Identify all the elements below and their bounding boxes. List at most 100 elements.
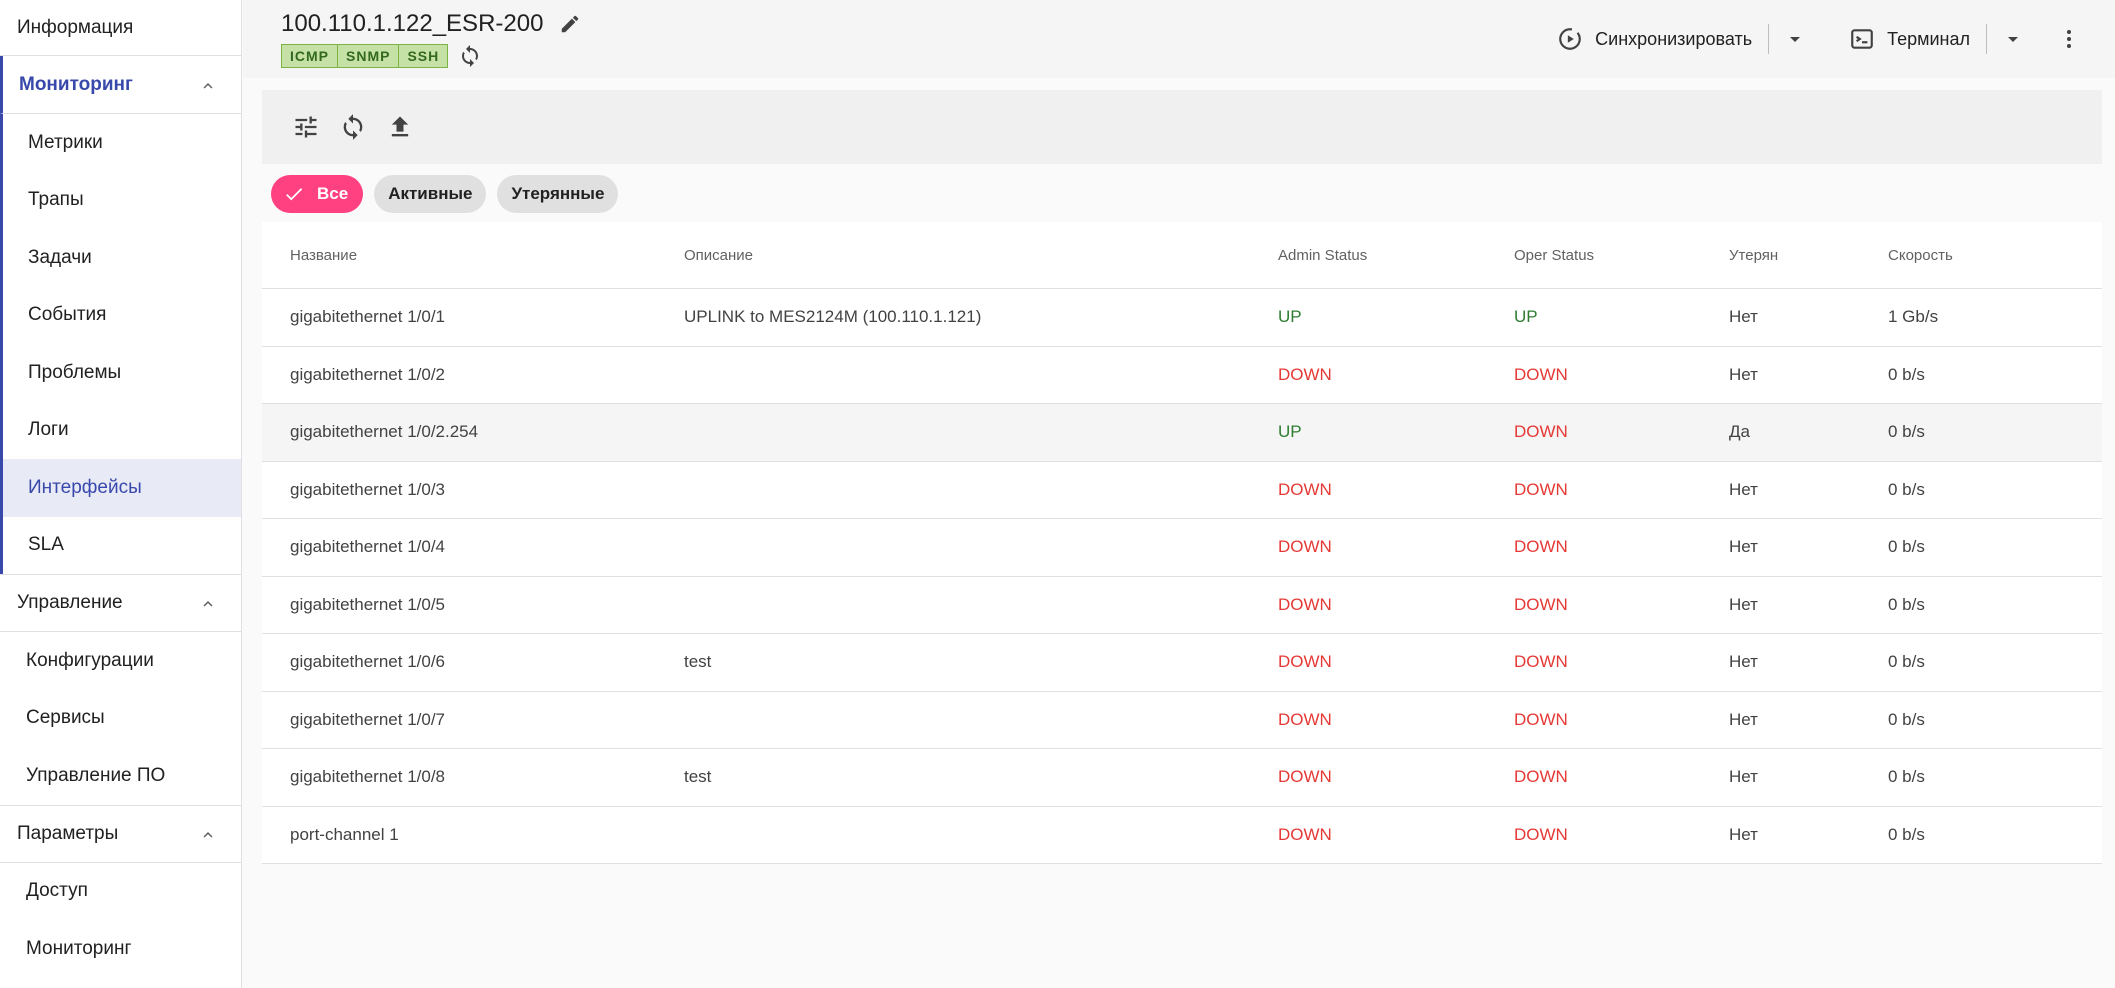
cell-lost: Да	[1729, 422, 1750, 442]
chip-lost[interactable]: Утерянные	[497, 175, 619, 213]
check-icon	[286, 188, 303, 201]
table-row[interactable]: gigabitethernet 1/0/6 test DOWN DOWN Нет…	[262, 634, 2102, 692]
cell-lost: Нет	[1729, 652, 1758, 672]
column-header-lost[interactable]: Утерян	[1729, 247, 1888, 264]
cell-admin-status: DOWN	[1278, 364, 1332, 384]
cell-admin-status: DOWN	[1278, 537, 1332, 557]
sidebar-item-traps[interactable]: Трапы	[3, 172, 241, 230]
table-row[interactable]: gigabitethernet 1/0/7 DOWN DOWN Нет 0 b/…	[262, 692, 2102, 749]
cell-oper-status: DOWN	[1514, 652, 1568, 672]
sidebar-item-label: События	[28, 304, 107, 326]
sidebar-item-label: Задачи	[28, 246, 92, 268]
chip-all[interactable]: Все	[271, 175, 364, 213]
sidebar-item-label: Конфигурации	[26, 649, 154, 671]
chip-active[interactable]: Активные	[374, 175, 487, 213]
sync-dropdown-icon[interactable]	[1783, 27, 1807, 51]
sidebar-item-label: Информация	[17, 16, 134, 38]
sidebar-group-items-parameters: Доступ Мониторинг	[0, 863, 241, 978]
sidebar-item-configurations[interactable]: Конфигурации	[0, 632, 241, 690]
column-header-admin-status[interactable]: Admin Status	[1278, 247, 1514, 264]
edit-icon[interactable]	[559, 13, 581, 35]
cell-name: gigabitethernet 1/0/5	[290, 594, 446, 614]
table-row[interactable]: gigabitethernet 1/0/3 DOWN DOWN Нет 0 b/…	[262, 462, 2102, 519]
cell-admin-status: UP	[1278, 422, 1302, 442]
cell-speed: 0 b/s	[1888, 652, 1925, 672]
cell-oper-status: DOWN	[1514, 594, 1568, 614]
sidebar-item-info[interactable]: Информация	[0, 0, 241, 56]
cell-lost: Нет	[1729, 594, 1758, 614]
column-header-speed[interactable]: Скорость	[1888, 247, 2102, 264]
cell-name: gigabitethernet 1/0/3	[290, 479, 446, 499]
badge-ssh: SSH	[399, 44, 449, 68]
cell-speed: 1 Gb/s	[1888, 307, 1939, 327]
terminal-button[interactable]: Терминал	[1849, 26, 1970, 52]
cell-oper-status: DOWN	[1514, 824, 1568, 844]
sidebar-item-label: Доступ	[26, 880, 88, 902]
cell-lost: Нет	[1729, 767, 1758, 787]
cell-oper-status: DOWN	[1514, 767, 1568, 787]
chevron-up-icon	[199, 77, 215, 93]
terminal-dropdown-icon[interactable]	[2001, 27, 2025, 51]
header-actions: Синхронизировать Терминал	[1557, 0, 2115, 78]
cell-oper-status: DOWN	[1514, 422, 1568, 442]
device-header: 100.110.1.122_ESR-200 ICMP SNMP SSH Синх…	[243, 0, 2115, 78]
upload-icon[interactable]	[386, 113, 414, 141]
sidebar-group-parameters[interactable]: Параметры	[0, 804, 241, 863]
cell-admin-status: DOWN	[1278, 767, 1332, 787]
sidebar-item-software[interactable]: Управление ПО	[0, 747, 241, 805]
sidebar-item-tasks[interactable]: Задачи	[3, 229, 241, 287]
column-header-name[interactable]: Название	[262, 247, 684, 264]
cell-description: test	[684, 652, 712, 672]
sidebar-group-monitoring[interactable]: Мониторинг	[0, 56, 241, 114]
sidebar-item-metrics[interactable]: Метрики	[3, 114, 241, 172]
table-row[interactable]: gigabitethernet 1/0/2.254 UP DOWN Да 0 b…	[262, 404, 2102, 462]
cell-oper-status: UP	[1514, 307, 1538, 327]
cell-oper-status: DOWN	[1514, 364, 1568, 384]
chip-label: Утерянные	[511, 184, 605, 203]
cell-admin-status: UP	[1278, 307, 1302, 327]
sidebar-group-items-management: Конфигурации Сервисы Управление ПО	[0, 632, 241, 805]
cell-name: gigabitethernet 1/0/6	[290, 652, 446, 672]
refresh-status-icon[interactable]	[458, 44, 482, 68]
cell-speed: 0 b/s	[1888, 824, 1925, 844]
table-row[interactable]: gigabitethernet 1/0/5 DOWN DOWN Нет 0 b/…	[262, 577, 2102, 634]
sidebar-item-label: Метрики	[28, 131, 103, 153]
sidebar-item-logs[interactable]: Логи	[3, 402, 241, 460]
sidebar-item-problems[interactable]: Проблемы	[3, 344, 241, 402]
sidebar-item-label: Трапы	[28, 189, 84, 211]
cell-name: gigabitethernet 1/0/2	[290, 364, 446, 384]
cell-name: gigabitethernet 1/0/2.254	[290, 422, 479, 442]
refresh-icon[interactable]	[339, 113, 367, 141]
cell-name: gigabitethernet 1/0/8	[290, 767, 446, 787]
sidebar-group-management[interactable]: Управление	[0, 574, 241, 632]
sidebar-item-label: SLA	[28, 534, 64, 556]
column-header-description[interactable]: Описание	[684, 247, 1278, 264]
table-row[interactable]: gigabitethernet 1/0/8 test DOWN DOWN Нет…	[262, 749, 2102, 807]
cell-name: port-channel 1	[290, 824, 399, 844]
sidebar-item-access[interactable]: Доступ	[0, 863, 241, 921]
badge-snmp: SNMP	[338, 44, 400, 68]
sidebar-item-label: Сервисы	[26, 707, 105, 729]
sidebar-item-events[interactable]: События	[3, 287, 241, 345]
sidebar-item-sla[interactable]: SLA	[3, 517, 241, 575]
cell-speed: 0 b/s	[1888, 537, 1925, 557]
table-row[interactable]: port-channel 1 DOWN DOWN Нет 0 b/s	[262, 807, 2102, 864]
sidebar-item-label: Управление ПО	[26, 764, 166, 786]
chevron-up-icon	[199, 826, 215, 842]
cell-lost: Нет	[1729, 709, 1758, 729]
sidebar-item-label: Мониторинг	[26, 937, 132, 959]
sidebar-item-services[interactable]: Сервисы	[0, 690, 241, 748]
table-row[interactable]: gigabitethernet 1/0/1 UPLINK to MES2124M…	[262, 289, 2102, 347]
sidebar-item-monitoring-params[interactable]: Мониторинг	[0, 920, 241, 978]
table-row[interactable]: gigabitethernet 1/0/4 DOWN DOWN Нет 0 b/…	[262, 519, 2102, 577]
more-vert-icon[interactable]	[2057, 27, 2081, 51]
table-row[interactable]: gigabitethernet 1/0/2 DOWN DOWN Нет 0 b/…	[262, 347, 2102, 404]
column-header-oper-status[interactable]: Oper Status	[1514, 247, 1729, 264]
tune-icon[interactable]	[292, 113, 320, 141]
sidebar-group-label: Мониторинг	[19, 73, 133, 95]
sync-button[interactable]: Синхронизировать	[1557, 26, 1752, 52]
sidebar-item-interfaces[interactable]: Интерфейсы	[3, 459, 241, 517]
cell-name: gigabitethernet 1/0/7	[290, 709, 446, 729]
cell-speed: 0 b/s	[1888, 364, 1925, 384]
cell-speed: 0 b/s	[1888, 422, 1925, 442]
